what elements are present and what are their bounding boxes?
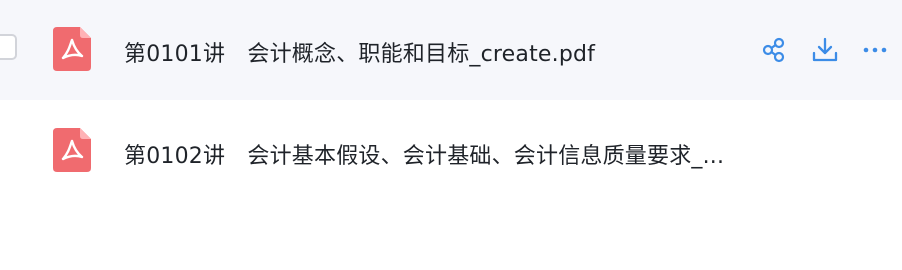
file-row[interactable]: 第0101讲 会计概念、职能和目标_create.pdf <box>0 0 902 100</box>
download-icon[interactable] <box>811 36 839 64</box>
more-icon[interactable] <box>861 36 889 64</box>
file-list: 第0101讲 会计概念、职能和目标_create.pdf 第0102讲 会计基本… <box>0 0 902 270</box>
share-icon[interactable] <box>760 36 788 64</box>
pdf-icon <box>53 27 91 71</box>
pdf-icon <box>53 128 91 172</box>
file-row[interactable]: 第0102讲 会计基本假设、会计基础、会计信息质量要求_... <box>0 103 902 203</box>
row-checkbox[interactable] <box>0 34 17 60</box>
file-name[interactable]: 第0101讲 会计概念、职能和目标_create.pdf <box>124 36 595 68</box>
file-name[interactable]: 第0102讲 会计基本假设、会计基础、会计信息质量要求_... <box>124 138 724 170</box>
